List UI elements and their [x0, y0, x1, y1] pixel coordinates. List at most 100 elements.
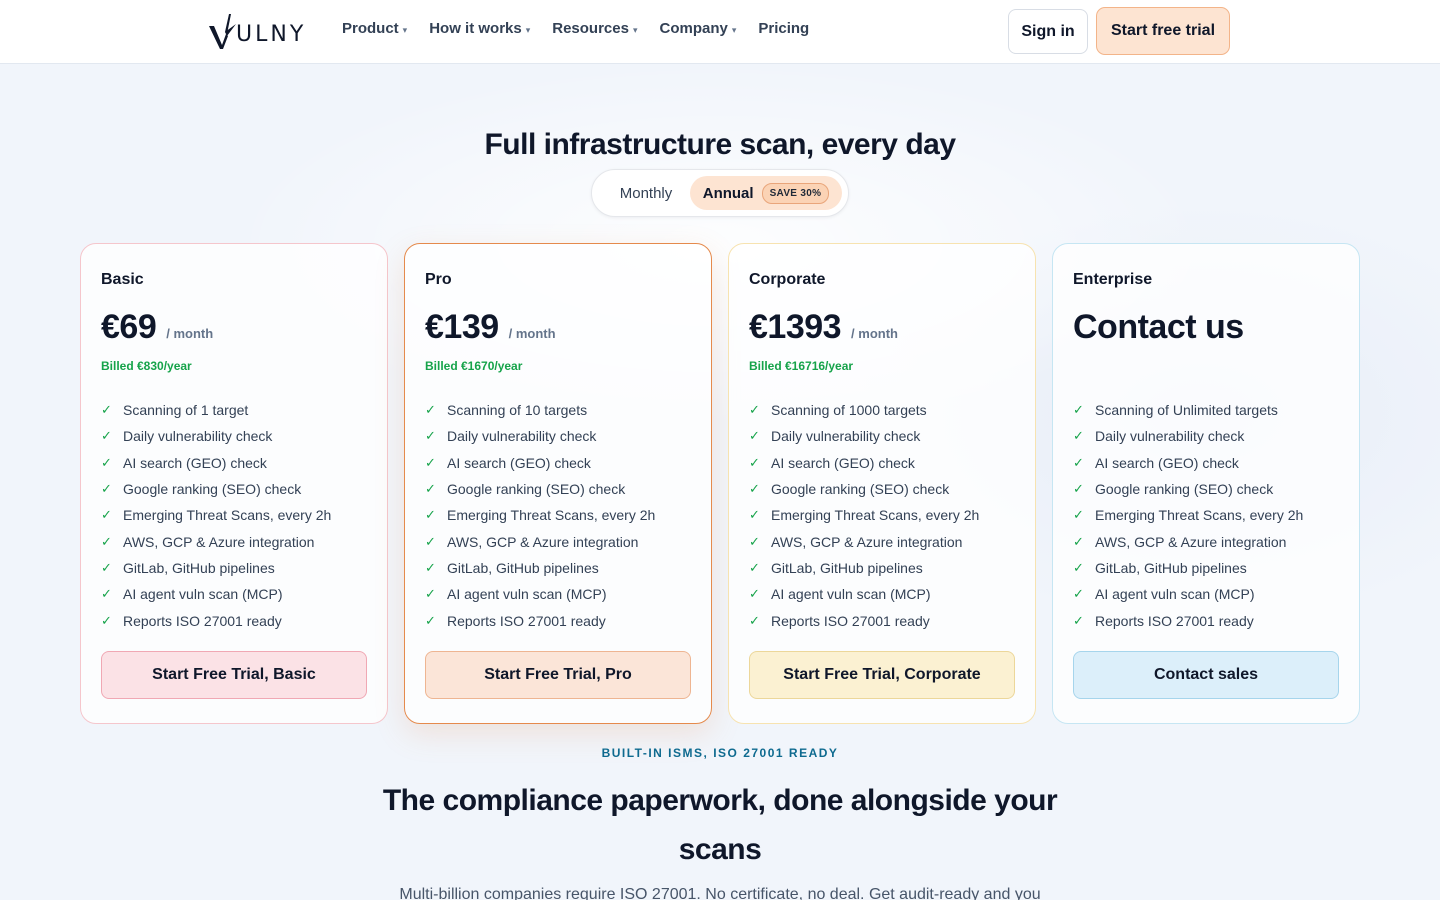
check-icon: ✓ — [749, 481, 760, 497]
logo-text: ULNY — [236, 22, 307, 47]
feature-text: Daily vulnerability check — [123, 428, 273, 445]
feature-text: AWS, GCP & Azure integration — [447, 533, 639, 550]
check-icon: ✓ — [101, 454, 112, 470]
check-icon: ✓ — [101, 533, 112, 549]
feature-item: ✓ AI agent vuln scan (MCP) — [749, 581, 979, 607]
check-icon: ✓ — [425, 559, 436, 575]
check-icon: ✓ — [1073, 507, 1084, 523]
feature-text: Daily vulnerability check — [447, 428, 597, 445]
compliance-subtitle: Multi-billion companies require ISO 2700… — [399, 886, 1041, 900]
plan-card-enterprise: Enterprise Contact us ✓ Scanning of Unlim… — [1052, 243, 1360, 724]
feature-text: AI search (GEO) check — [123, 454, 267, 471]
feature-item: ✓ Daily vulnerability check — [1073, 423, 1303, 449]
feature-item: ✓ AI agent vuln scan (MCP) — [101, 581, 331, 607]
check-icon: ✓ — [101, 612, 112, 628]
feature-text: AWS, GCP & Azure integration — [1095, 533, 1287, 550]
vulny-logo[interactable]: ULNY — [208, 10, 306, 50]
plan-card-basic: Basic €69 / month Billed €830/year ✓ Scan… — [80, 243, 388, 724]
plan-price: €139 — [425, 308, 499, 346]
feature-list: ✓ Scanning of 10 targets ✓ Daily vulnerabi… — [425, 397, 655, 634]
feature-item: ✓ Reports ISO 27001 ready — [749, 607, 979, 633]
check-icon: ✓ — [749, 428, 760, 444]
nav-product-label: Product — [342, 20, 399, 37]
check-icon: ✓ — [101, 559, 112, 575]
section-eyebrow: BUILT-IN ISMS, ISO 27001 READY — [601, 746, 839, 760]
check-icon: ✓ — [749, 454, 760, 470]
feature-text: Scanning of Unlimited targets — [1095, 402, 1278, 419]
check-icon: ✓ — [1073, 586, 1084, 602]
nav-resources-label: Resources — [552, 20, 629, 37]
feature-text: Scanning of 10 targets — [447, 402, 588, 419]
feature-text: GitLab, GitHub pipelines — [1095, 559, 1247, 576]
check-icon: ✓ — [425, 402, 436, 418]
nav-how-it-works-label: How it works — [429, 20, 522, 37]
feature-item: ✓ Daily vulnerability check — [749, 423, 979, 449]
feature-item: ✓ GitLab, GitHub pipelines — [425, 555, 655, 581]
nav-resources[interactable]: Resources ▾ — [552, 20, 637, 37]
start-trial-pro-button[interactable]: Start Free Trial, Pro — [425, 651, 691, 699]
check-icon: ✓ — [749, 533, 760, 549]
nav-company[interactable]: Company ▾ — [660, 20, 737, 37]
price-row: €1393 / month — [749, 308, 898, 347]
feature-item: ✓ Scanning of 1 target — [101, 397, 331, 423]
nav-pricing[interactable]: Pricing — [758, 20, 809, 37]
feature-text: Reports ISO 27001 ready — [447, 612, 606, 629]
nav-how-it-works[interactable]: How it works ▾ — [429, 20, 530, 37]
feature-text: AWS, GCP & Azure integration — [123, 533, 315, 550]
billed-annually: Billed €830/year — [101, 359, 192, 373]
start-free-trial-button[interactable]: Start free trial — [1096, 7, 1230, 55]
sign-in-button[interactable]: Sign in — [1008, 9, 1088, 54]
toggle-monthly[interactable]: Monthly — [602, 176, 690, 210]
check-icon: ✓ — [425, 428, 436, 444]
plan-card-corporate: Corporate €1393 / month Billed €16716/ye… — [728, 243, 1036, 724]
check-icon: ✓ — [101, 481, 112, 497]
toggle-annual-label: Annual — [702, 184, 754, 202]
check-icon: ✓ — [425, 533, 436, 549]
price-period: / month — [851, 326, 898, 341]
price-row: Contact us — [1073, 308, 1244, 347]
plan-name: Enterprise — [1073, 271, 1153, 288]
nav-pricing-label: Pricing — [758, 20, 810, 37]
check-icon: ✓ — [425, 507, 436, 523]
check-icon: ✓ — [101, 507, 112, 523]
feature-item: ✓ Scanning of 10 targets — [425, 397, 655, 423]
toggle-annual[interactable]: Annual SAVE 30% — [690, 176, 842, 210]
check-icon: ✓ — [425, 481, 436, 497]
price-period: / month — [166, 326, 214, 341]
compliance-title: The compliance paperwork, done alongside… — [382, 784, 1058, 866]
feature-text: GitLab, GitHub pipelines — [447, 559, 599, 576]
feature-text: Emerging Threat Scans, every 2h — [771, 507, 980, 524]
feature-item: ✓ AI search (GEO) check — [101, 450, 331, 476]
check-icon: ✓ — [749, 559, 760, 575]
feature-item: ✓ AI agent vuln scan (MCP) — [1073, 581, 1303, 607]
start-trial-corporate-button[interactable]: Start Free Trial, Corporate — [749, 651, 1015, 699]
check-icon: ✓ — [101, 586, 112, 602]
feature-item: ✓ Daily vulnerability check — [101, 423, 331, 449]
check-icon: ✓ — [1073, 402, 1084, 418]
feature-list: ✓ Scanning of 1 target ✓ Daily vulnerabili… — [101, 397, 331, 634]
feature-item: ✓ Daily vulnerability check — [425, 423, 655, 449]
nav-product[interactable]: Product ▾ — [342, 20, 407, 37]
feature-item: ✓ Emerging Threat Scans, every 2h — [749, 502, 979, 528]
contact-sales-button[interactable]: Contact sales — [1073, 651, 1339, 699]
feature-text: Emerging Threat Scans, every 2h — [123, 507, 332, 524]
feature-item: ✓ AWS, GCP & Azure integration — [749, 528, 979, 554]
feature-text: Google ranking (SEO) check — [771, 481, 950, 498]
logo-v-mark-icon — [209, 14, 236, 49]
billing-period-toggle: Monthly Annual SAVE 30% — [591, 169, 849, 217]
feature-item: ✓ GitLab, GitHub pipelines — [1073, 555, 1303, 581]
feature-text: Reports ISO 27001 ready — [1095, 612, 1254, 629]
check-icon: ✓ — [749, 402, 760, 418]
feature-item: ✓ Scanning of 1000 targets — [749, 397, 979, 423]
check-icon: ✓ — [749, 612, 760, 628]
pricing-title: Full infrastructure scan, every day — [484, 128, 956, 161]
feature-item: ✓ AI search (GEO) check — [749, 450, 979, 476]
feature-item: ✓ Reports ISO 27001 ready — [1073, 607, 1303, 633]
check-icon: ✓ — [1073, 481, 1084, 497]
feature-item: ✓ Google ranking (SEO) check — [101, 476, 331, 502]
check-icon: ✓ — [1073, 612, 1084, 628]
check-icon: ✓ — [1073, 428, 1084, 444]
start-trial-basic-button[interactable]: Start Free Trial, Basic — [101, 651, 367, 699]
feature-item: ✓ GitLab, GitHub pipelines — [749, 555, 979, 581]
chevron-down-icon: ▾ — [402, 24, 408, 35]
